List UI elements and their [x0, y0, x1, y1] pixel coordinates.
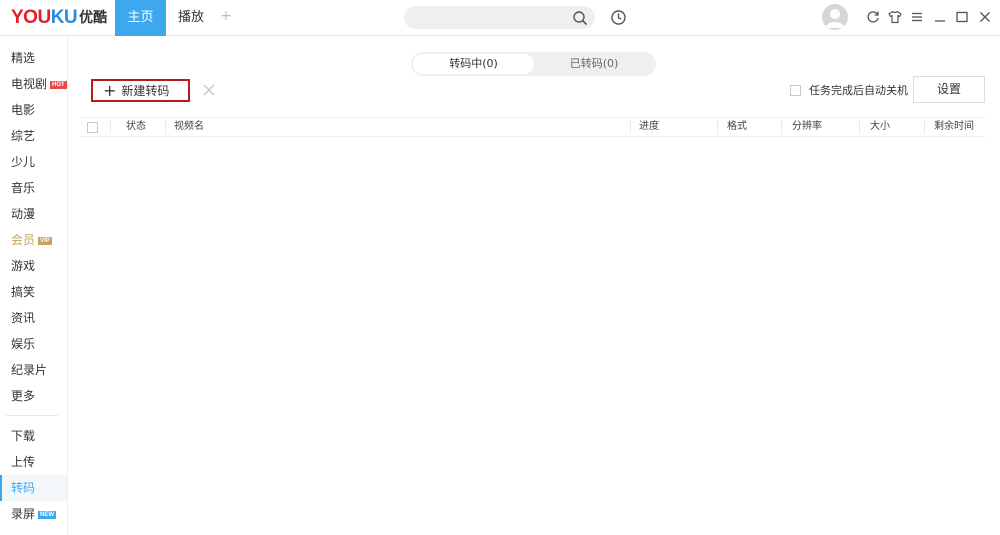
tab-converted[interactable]: 已转码(0)	[534, 54, 654, 74]
column-separator	[110, 120, 111, 134]
sidebar: 精选 电视剧 HOT 电影 综艺 少儿 音乐 动漫 会员 VIP 游戏 搞笑 资讯 …	[0, 37, 68, 535]
auto-shutdown-label: 任务完成后自动关机	[809, 84, 908, 97]
sidebar-item-download[interactable]: 下载	[0, 423, 67, 449]
sidebar-item-tv[interactable]: 电视剧 HOT	[0, 71, 67, 97]
select-all-checkbox[interactable]	[87, 122, 98, 133]
sidebar-item-more[interactable]: 更多	[0, 383, 67, 409]
column-progress[interactable]: 进度	[639, 118, 659, 136]
column-separator	[165, 120, 166, 134]
column-format[interactable]: 格式	[727, 118, 747, 136]
column-separator	[717, 120, 718, 134]
sidebar-item-documentary[interactable]: 纪录片	[0, 357, 67, 383]
sidebar-item-upload[interactable]: 上传	[0, 449, 67, 475]
menu-icon[interactable]	[910, 10, 924, 24]
tab-converting[interactable]: 转码中(0)	[413, 54, 534, 74]
plus-icon: +	[103, 80, 117, 100]
column-status[interactable]: 状态	[126, 118, 146, 136]
sidebar-divider	[6, 415, 58, 416]
search-box[interactable]	[404, 6, 595, 29]
column-separator	[630, 120, 631, 134]
top-bar: YOUKU 优酷 主页 播放 +	[0, 0, 1000, 36]
sidebar-item-movies[interactable]: 电影	[0, 97, 67, 123]
sidebar-item-anime[interactable]: 动漫	[0, 201, 67, 227]
search-icon[interactable]	[572, 10, 588, 26]
logo-chinese: 优酷	[79, 10, 108, 26]
minimize-icon[interactable]	[933, 10, 947, 24]
sidebar-item-entertainment[interactable]: 娱乐	[0, 331, 67, 357]
search-input[interactable]	[414, 9, 564, 26]
sidebar-item-featured[interactable]: 精选	[0, 45, 67, 71]
new-badge: NEW	[38, 511, 57, 519]
delete-x-icon[interactable]	[203, 84, 215, 96]
auto-shutdown-checkbox[interactable]	[790, 84, 801, 96]
column-resolution[interactable]: 分辨率	[792, 118, 822, 136]
hot-badge: HOT	[50, 81, 67, 89]
table-header: 状态 视频名 进度 格式 分辨率 大小 剩余时间	[80, 117, 985, 137]
column-name[interactable]: 视频名	[174, 118, 204, 136]
column-separator	[859, 120, 860, 134]
avatar-silhouette-icon	[822, 4, 848, 30]
user-avatar[interactable]	[822, 4, 848, 30]
maximize-icon[interactable]	[955, 10, 969, 24]
youku-app-window: YOUKU 优酷 主页 播放 + 精选 电视剧 HOT 电影 综艺 少儿 音乐 …	[0, 0, 1000, 535]
column-size[interactable]: 大小	[870, 118, 890, 136]
refresh-icon[interactable]	[866, 10, 880, 24]
new-transcode-label: 新建转码	[121, 84, 170, 98]
settings-button[interactable]: 设置	[913, 76, 985, 103]
sidebar-item-news[interactable]: 资讯	[0, 305, 67, 331]
close-icon[interactable]	[978, 10, 992, 24]
vip-badge: VIP	[38, 237, 52, 245]
skin-shirt-icon[interactable]	[888, 10, 902, 24]
youku-logo[interactable]: YOUKU 优酷	[11, 8, 107, 28]
add-tab-icon[interactable]: +	[220, 9, 232, 23]
tab-play[interactable]: 播放	[170, 0, 212, 36]
sidebar-item-music[interactable]: 音乐	[0, 175, 67, 201]
sidebar-item-kids[interactable]: 少儿	[0, 149, 67, 175]
history-clock-icon[interactable]	[610, 9, 627, 26]
logo-wordmark: YOUKU	[11, 7, 78, 28]
tab-home[interactable]: 主页	[115, 0, 166, 36]
transcode-segment-control: 转码中(0) 已转码(0)	[411, 52, 656, 76]
column-separator	[924, 120, 925, 134]
sidebar-item-screen-record[interactable]: 录屏 NEW	[0, 501, 67, 527]
column-remaining-time[interactable]: 剩余时间	[934, 118, 974, 136]
column-separator	[781, 120, 782, 134]
new-transcode-button[interactable]: + 新建转码	[91, 79, 190, 102]
sidebar-item-vip[interactable]: 会员 VIP	[0, 227, 67, 253]
sidebar-item-transcode[interactable]: 转码	[0, 475, 67, 501]
auto-shutdown-option[interactable]: 任务完成后自动关机	[790, 82, 908, 98]
sidebar-item-variety[interactable]: 综艺	[0, 123, 67, 149]
sidebar-item-games[interactable]: 游戏	[0, 253, 67, 279]
sidebar-item-funny[interactable]: 搞笑	[0, 279, 67, 305]
